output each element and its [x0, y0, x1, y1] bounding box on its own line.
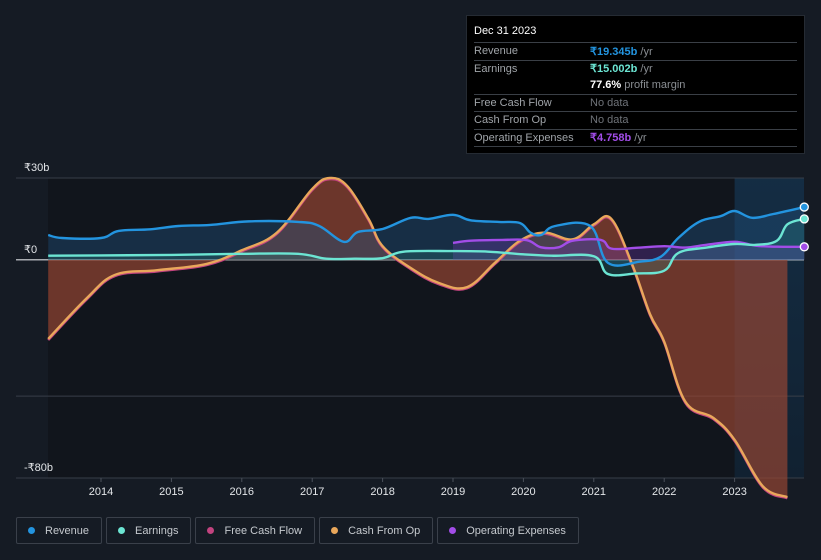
tooltip-row-label: Earnings [474, 62, 518, 75]
legend-dot-icon [449, 527, 457, 534]
legend-item-operating-expenses[interactable]: Operating Expenses [437, 517, 579, 544]
x-tick-label: 2022 [652, 486, 676, 498]
tooltip-row: Operating Expenses ₹4.758b /yr [474, 130, 797, 147]
tooltip-row-value: ₹15.002b /yr [590, 63, 653, 76]
tooltip-row-label: Revenue [474, 45, 519, 58]
y-tick-label: ₹0 [24, 244, 37, 256]
legend-item-earnings[interactable]: Earnings [106, 517, 192, 544]
legend-dot-icon [28, 527, 35, 534]
y-tick-label: -₹80b [24, 462, 53, 474]
x-tick-label: 2014 [89, 486, 113, 498]
legend-label: Revenue [45, 524, 90, 537]
x-tick-label: 2016 [230, 486, 254, 498]
x-tick-label: 2023 [722, 486, 746, 498]
tooltip-row-label: Operating Expenses [474, 131, 574, 144]
tooltip: Dec 31 2023 Revenue ₹19.345b /yr Earnings ₹… [466, 15, 805, 154]
x-tick-label: 2015 [159, 486, 183, 498]
legend-item-free-cash-flow[interactable]: Free Cash Flow [195, 517, 316, 544]
x-tick-label: 2019 [441, 486, 465, 498]
x-tick-label: 2017 [300, 486, 324, 498]
tooltip-row-value: No data [590, 96, 629, 109]
tooltip-row-value: ₹19.345b /yr [590, 45, 653, 58]
tooltip-row-value: 77.6% profit margin [590, 79, 686, 92]
x-tick-label: 2020 [511, 486, 535, 498]
legend-label: Cash From Op [348, 524, 421, 537]
plot-background [48, 178, 735, 478]
y-tick-label: ₹30b [24, 162, 49, 174]
legend-label: Earnings [135, 524, 179, 537]
legend-item-revenue[interactable]: Revenue [16, 517, 103, 544]
legend-dot-icon [331, 527, 339, 534]
legend-item-cash-from-op[interactable]: Cash From Op [319, 517, 434, 544]
legend: Revenue Earnings Free Cash Flow Cash From O… [16, 517, 579, 544]
x-tick-label: 2018 [370, 486, 394, 498]
legend-label: Operating Expenses [466, 524, 566, 537]
legend-label: Free Cash Flow [224, 524, 303, 537]
tooltip-row-value: ₹4.758b /yr [590, 132, 647, 145]
earnings-marker[interactable] [799, 214, 809, 224]
x-tick-label: 2021 [582, 486, 606, 498]
legend-dot-icon [207, 527, 215, 534]
tooltip-row: Revenue ₹19.345b /yr [474, 43, 797, 61]
tooltip-row: Cash From Op No data [474, 112, 797, 130]
operating-expenses-marker[interactable] [799, 242, 809, 252]
tooltip-date: Dec 31 2023 [474, 22, 797, 43]
tooltip-row: Earnings ₹15.002b /yr [474, 61, 797, 78]
tooltip-row: Free Cash Flow No data [474, 95, 797, 112]
legend-dot-icon [118, 527, 126, 534]
revenue-marker[interactable] [799, 202, 809, 212]
tooltip-row-label: Free Cash Flow [474, 96, 552, 109]
tooltip-row-label: Cash From Op [474, 114, 547, 127]
tooltip-row-value: No data [590, 114, 629, 127]
tooltip-row: 77.6% profit margin [474, 77, 797, 95]
